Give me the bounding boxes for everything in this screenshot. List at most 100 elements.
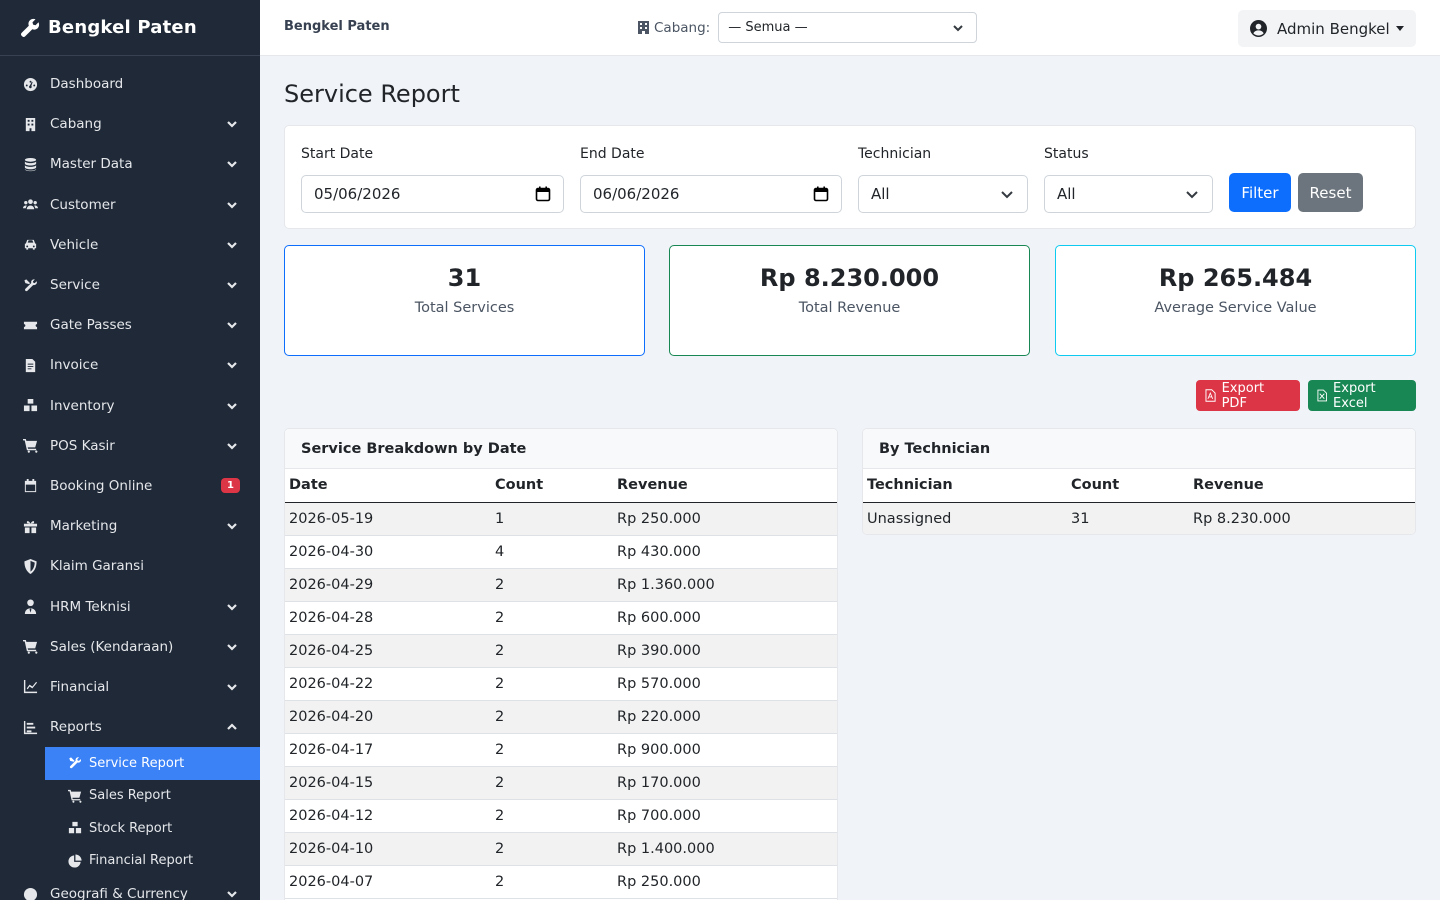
chevron-down-icon <box>226 440 238 452</box>
tools-icon <box>22 277 38 293</box>
submenu-item-stock-report[interactable]: Stock Report <box>45 812 260 845</box>
table-cell: Rp 390.000 <box>613 634 837 668</box>
sidebar-item-klaim-garansi[interactable]: Klaim Garansi <box>0 546 260 586</box>
sidebar-item-label: Cabang <box>50 116 102 133</box>
globe-icon <box>22 886 38 900</box>
start-date-input[interactable]: 05/06/2026 <box>301 175 564 213</box>
stat-card-total-revenue: Rp 8.230.000 Total Revenue <box>669 245 1030 356</box>
building-icon <box>638 21 649 34</box>
sidebar-item-gate-passes[interactable]: Gate Passes <box>0 305 260 345</box>
stat-card-total-services: 31 Total Services <box>284 245 645 356</box>
sidebar-item-hrm-teknisi[interactable]: HRM Teknisi <box>0 586 260 626</box>
sidebar-item-reports[interactable]: Reports <box>0 707 260 747</box>
sidebar: Bengkel Paten Dashboard Cabang Master Da… <box>0 0 260 900</box>
sidebar-item-geografi-currency[interactable]: Geografi & Currency <box>0 877 260 900</box>
sidebar-item-sales-kendaraan[interactable]: Sales (Kendaraan) <box>0 627 260 667</box>
chevron-down-icon <box>226 520 238 532</box>
sidebar-item-financial[interactable]: Financial <box>0 667 260 707</box>
user-menu[interactable]: Admin Bengkel <box>1238 10 1416 47</box>
chevron-down-icon <box>226 199 238 211</box>
sidebar-item-customer[interactable]: Customer <box>0 185 260 225</box>
col-revenue: Revenue <box>1189 469 1415 503</box>
chevron-down-icon <box>226 888 238 900</box>
table-cell: 1 <box>491 502 613 536</box>
export-pdf-button[interactable]: Export PDF <box>1196 380 1300 411</box>
table-row: 2026-04-22 2 Rp 570.000 <box>285 667 837 701</box>
chevron-down-icon <box>226 681 238 693</box>
sidebar-item-service[interactable]: Service <box>0 265 260 305</box>
table-cell: 2026-04-30 <box>285 535 491 569</box>
calendar-icon <box>22 478 38 494</box>
chevron-down-icon <box>226 239 238 251</box>
sidebar-item-pos-kasir[interactable]: POS Kasir <box>0 426 260 466</box>
boxes-icon <box>67 820 83 836</box>
table-cell: Rp 1.400.000 <box>613 832 837 866</box>
table-cell: Rp 570.000 <box>613 667 837 701</box>
sidebar-item-label: Sales (Kendaraan) <box>50 638 174 655</box>
export-excel-label: Export Excel <box>1333 380 1376 411</box>
car-icon <box>22 237 38 253</box>
submenu-item-financial-report[interactable]: Financial Report <box>45 845 260 878</box>
sidebar-item-booking-online[interactable]: Booking Online 1 <box>0 466 260 506</box>
sidebar-item-inventory[interactable]: Inventory <box>0 386 260 426</box>
col-revenue: Revenue <box>613 469 837 503</box>
sidebar-item-vehicle[interactable]: Vehicle <box>0 225 260 265</box>
table-cell: 2 <box>491 568 613 602</box>
table-cell: 2026-05-19 <box>285 502 491 536</box>
chevron-down-icon <box>226 118 238 130</box>
chevron-down-icon <box>1186 191 1198 199</box>
submenu-item-service-report[interactable]: Service Report <box>45 747 260 780</box>
by-technician-title: By Technician <box>863 429 1415 469</box>
sidebar-item-label: Invoice <box>50 357 99 374</box>
export-excel-button[interactable]: Export Excel <box>1308 380 1416 411</box>
branch-select[interactable]: — Semua — <box>718 12 978 43</box>
sidebar-brand[interactable]: Bengkel Paten <box>0 0 260 56</box>
table-header-row: Date Count Revenue <box>285 469 837 503</box>
caret-down-icon <box>1396 26 1404 31</box>
sidebar-item-invoice[interactable]: Invoice <box>0 345 260 385</box>
reset-button[interactable]: Reset <box>1298 173 1363 212</box>
branch-selector: Cabang: — Semua — <box>638 12 978 43</box>
sidebar-item-cabang[interactable]: Cabang <box>0 104 260 144</box>
table-cell: Rp 220.000 <box>613 700 837 734</box>
status-label: Status <box>1044 146 1089 162</box>
sidebar-menu: Dashboard Cabang Master Data Customer Ve… <box>0 56 260 900</box>
submenu-item-label: Service Report <box>89 755 185 771</box>
sidebar-item-label: HRM Teknisi <box>50 598 131 615</box>
table-cell: 2026-04-15 <box>285 766 491 800</box>
ticket-icon <box>22 317 38 333</box>
table-cell: Unassigned <box>863 502 1067 534</box>
chevron-down-icon <box>226 641 238 653</box>
sidebar-item-dashboard[interactable]: Dashboard <box>0 64 260 104</box>
table-row: 2026-05-19 1 Rp 250.000 <box>285 502 837 536</box>
users-icon <box>22 197 38 213</box>
sidebar-item-label: POS Kasir <box>50 437 115 454</box>
table-row: 2026-04-17 2 Rp 900.000 <box>285 733 837 767</box>
breakdown-by-date-card: Service Breakdown by Date Date Count Rev… <box>284 428 838 900</box>
chevron-down-icon <box>226 601 238 613</box>
submenu-item-label: Stock Report <box>89 820 173 836</box>
table-row: 2026-04-25 2 Rp 390.000 <box>285 634 837 668</box>
chevron-down-icon <box>953 24 963 31</box>
user-tie-icon <box>22 599 38 615</box>
status-select[interactable]: All <box>1044 175 1213 213</box>
status-value: All <box>1057 185 1076 203</box>
end-date-input[interactable]: 06/06/2026 <box>580 175 842 213</box>
table-cell: 4 <box>491 535 613 569</box>
topbar: Bengkel Paten Cabang: — Semua — Admin Be… <box>260 0 1440 56</box>
table-cell: Rp 170.000 <box>613 766 837 800</box>
technician-group: Technician All <box>858 146 1028 213</box>
sidebar-item-master-data[interactable]: Master Data <box>0 144 260 184</box>
table-header-row: Technician Count Revenue <box>863 469 1415 503</box>
topbar-title: Bengkel Paten <box>284 19 390 34</box>
stat-value: 31 <box>447 264 482 292</box>
table-cell: 2 <box>491 733 613 767</box>
technician-value: All <box>871 185 890 203</box>
technician-select[interactable]: All <box>858 175 1028 213</box>
end-date-group: End Date 06/06/2026 <box>580 146 842 213</box>
start-date-value: 05/06/2026 <box>314 185 401 203</box>
chevron-down-icon <box>226 359 238 371</box>
sidebar-item-marketing[interactable]: Marketing <box>0 506 260 546</box>
submenu-item-sales-report[interactable]: Sales Report <box>45 780 260 813</box>
filter-button[interactable]: Filter <box>1229 173 1291 212</box>
